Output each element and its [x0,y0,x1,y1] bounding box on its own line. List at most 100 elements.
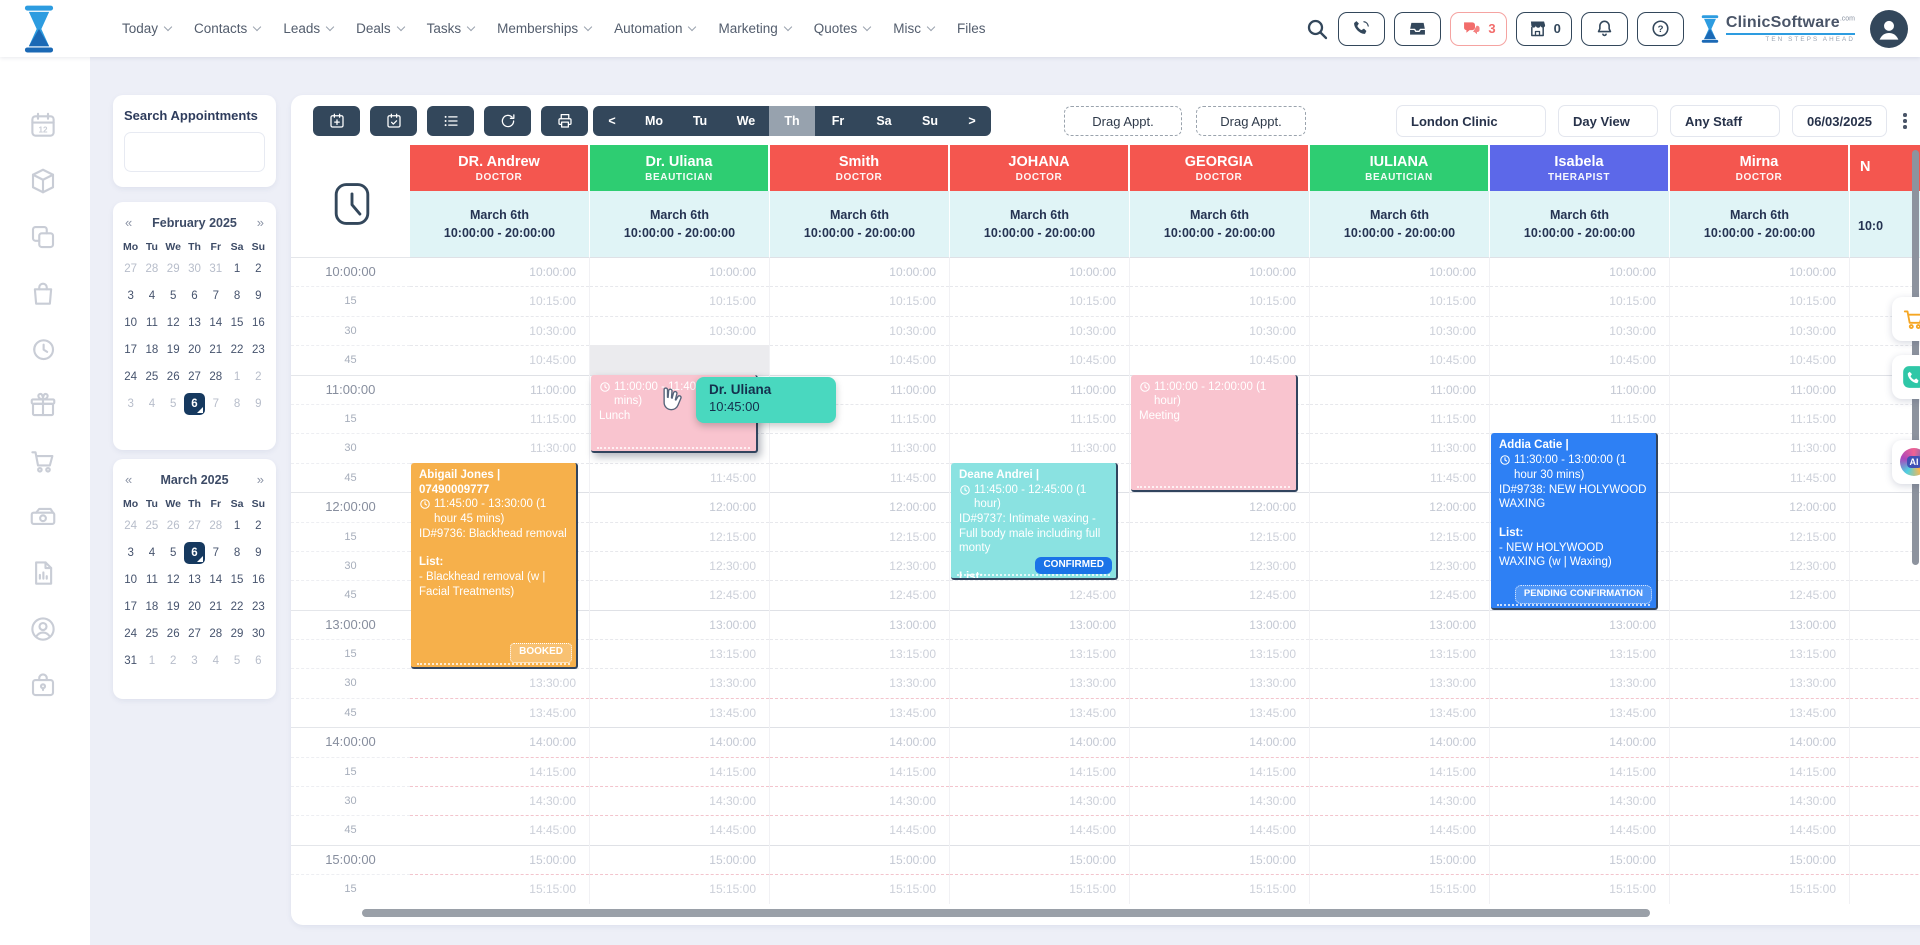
time-slot[interactable]: 15:15:00 [410,874,589,903]
mini-cal-day[interactable]: 28 [205,366,226,388]
mini-cal-day[interactable]: 25 [141,515,162,537]
mini-cal-day[interactable]: 5 [226,650,247,672]
phone-fab-button[interactable] [1892,355,1920,399]
time-slot[interactable]: 14:15:00 [1490,757,1669,786]
nav-item-automation[interactable]: Automation [614,21,695,36]
time-slot[interactable]: 14:15:00 [1310,757,1489,786]
time-slot[interactable]: 13:00:00 [1130,610,1309,639]
nav-item-tasks[interactable]: Tasks [427,21,475,36]
time-slot[interactable]: 13:45:00 [1310,698,1489,727]
time-slot[interactable]: 12:15:00 [1130,522,1309,551]
time-slot[interactable]: 10:15:00 [950,286,1129,315]
time-slot[interactable]: 13:45:00 [590,698,769,727]
mini-cal-day[interactable]: 17 [120,596,141,618]
time-slot[interactable]: 10:15:00 [410,286,589,315]
mini-cal-day[interactable]: 13 [184,569,205,591]
time-slot[interactable]: 13:30:00 [770,668,949,697]
chat-button[interactable]: 3 [1450,12,1506,46]
time-slot[interactable]: 14:45:00 [1850,815,1920,844]
time-slot[interactable]: 13:30:00 [410,668,589,697]
time-slot[interactable]: 12:15:00 [1310,522,1489,551]
time-slot[interactable]: 13:45:00 [1670,698,1849,727]
time-slot[interactable]: 12:15:00 [1670,522,1849,551]
time-slot[interactable]: 11:30:00 [1670,433,1849,462]
time-slot[interactable]: 14:45:00 [410,815,589,844]
mini-cal-day[interactable]: 28 [205,623,226,645]
sidebar-bag-icon[interactable] [28,278,58,308]
mini-cal-day[interactable]: 27 [184,366,205,388]
clinic-select[interactable]: London Clinic [1396,105,1546,137]
appointment[interactable]: Deane Andrei |11:45:00 - 12:45:00 (1 hou… [951,463,1118,581]
mini-cal-day[interactable]: 17 [120,339,141,361]
mini-cal-day[interactable]: 9 [248,542,269,564]
time-slot[interactable]: 12:30:00 [770,551,949,580]
sidebar-calendar-icon[interactable]: 12 [28,110,58,140]
time-slot[interactable]: 10:00:00 [950,257,1129,286]
mini-cal-day[interactable]: 8 [226,285,247,307]
mini-cal-day[interactable]: 26 [163,515,184,537]
time-slot[interactable]: 12:30:00 [1670,551,1849,580]
time-slot[interactable]: 15:15:00 [950,874,1129,903]
sidebar-account-icon[interactable] [28,614,58,644]
mini-cal-day[interactable]: 5 [163,393,184,415]
mini-cal-day[interactable]: 6 [248,650,269,672]
mini-cal-day[interactable]: 9 [248,285,269,307]
mini-cal-day[interactable]: 24 [120,366,141,388]
mini-cal-day[interactable]: 7 [205,285,226,307]
time-slot[interactable]: 12:15:00 [590,522,769,551]
time-slot[interactable]: 11:15:00 [1490,404,1669,433]
time-slot[interactable]: 10:30:00 [1310,316,1489,345]
mini-cal-day[interactable]: 26 [163,623,184,645]
horizontal-scrollbar[interactable] [362,909,1650,917]
time-slot[interactable]: 15:00:00 [770,845,949,874]
time-slot[interactable]: 13:45:00 [1490,698,1669,727]
ai-fab-button[interactable]: AI [1892,440,1920,484]
mini-cal-day[interactable]: 12 [163,569,184,591]
time-slot[interactable]: 14:15:00 [1850,757,1920,786]
staff-header[interactable]: MirnaDOCTOR [1670,145,1850,191]
time-slot[interactable]: 13:15:00 [950,639,1129,668]
time-slot[interactable]: 10:30:00 [950,316,1129,345]
time-slot[interactable]: 14:30:00 [1310,786,1489,815]
calendar-add-button[interactable] [313,106,360,136]
day-button-we[interactable]: We [723,106,769,136]
time-slot[interactable]: 10:30:00 [590,316,769,345]
time-slot[interactable]: 14:00:00 [950,727,1129,756]
time-slot[interactable]: 14:30:00 [410,786,589,815]
time-slot[interactable]: 15:00:00 [1130,845,1309,874]
time-slot[interactable]: 12:30:00 [1310,551,1489,580]
time-slot[interactable]: 14:15:00 [950,757,1129,786]
mini-cal-day[interactable]: 4 [141,285,162,307]
time-slot[interactable]: 14:00:00 [770,727,949,756]
time-slot[interactable]: 12:30:00 [1130,551,1309,580]
mini-cal-day[interactable]: 6 [184,542,205,564]
nav-item-contacts[interactable]: Contacts [194,21,260,36]
time-slot[interactable]: 10:15:00 [1670,286,1849,315]
time-slot[interactable]: 11:30:00 [950,433,1129,462]
resize-handle[interactable] [597,447,750,449]
mini-cal-day[interactable]: 4 [141,393,162,415]
mini-cal-day[interactable]: 18 [141,596,162,618]
time-slot[interactable]: 13:00:00 [590,610,769,639]
drag-appt-button-2[interactable]: Drag Appt. [1196,106,1306,136]
time-slot[interactable]: 11:15:00 [410,404,589,433]
time-slot[interactable]: 14:45:00 [1490,815,1669,844]
mini-cal-day[interactable]: 18 [141,339,162,361]
mini-cal-day[interactable]: 29 [226,623,247,645]
time-slot[interactable]: 11:00:00 [410,375,589,404]
mini-cal-day[interactable]: 27 [184,515,205,537]
time-slot[interactable]: 11:00:00 [950,375,1129,404]
time-slot[interactable]: 14:30:00 [770,786,949,815]
time-slot[interactable]: 14:45:00 [1130,815,1309,844]
time-slot[interactable]: 12:45:00 [1670,580,1849,609]
time-slot[interactable]: 13:45:00 [950,698,1129,727]
time-slot[interactable]: 13:45:00 [770,698,949,727]
resize-handle[interactable] [417,663,570,665]
mini-cal-day[interactable]: 24 [120,623,141,645]
time-slot[interactable]: 13:15:00 [770,639,949,668]
time-slot[interactable]: 14:45:00 [1670,815,1849,844]
time-slot[interactable]: 13:30:00 [1310,668,1489,697]
pos-button[interactable]: 0 [1516,12,1572,46]
time-slot[interactable]: 10:00:00 [1130,257,1309,286]
drag-appt-button-1[interactable]: Drag Appt. [1064,106,1182,136]
